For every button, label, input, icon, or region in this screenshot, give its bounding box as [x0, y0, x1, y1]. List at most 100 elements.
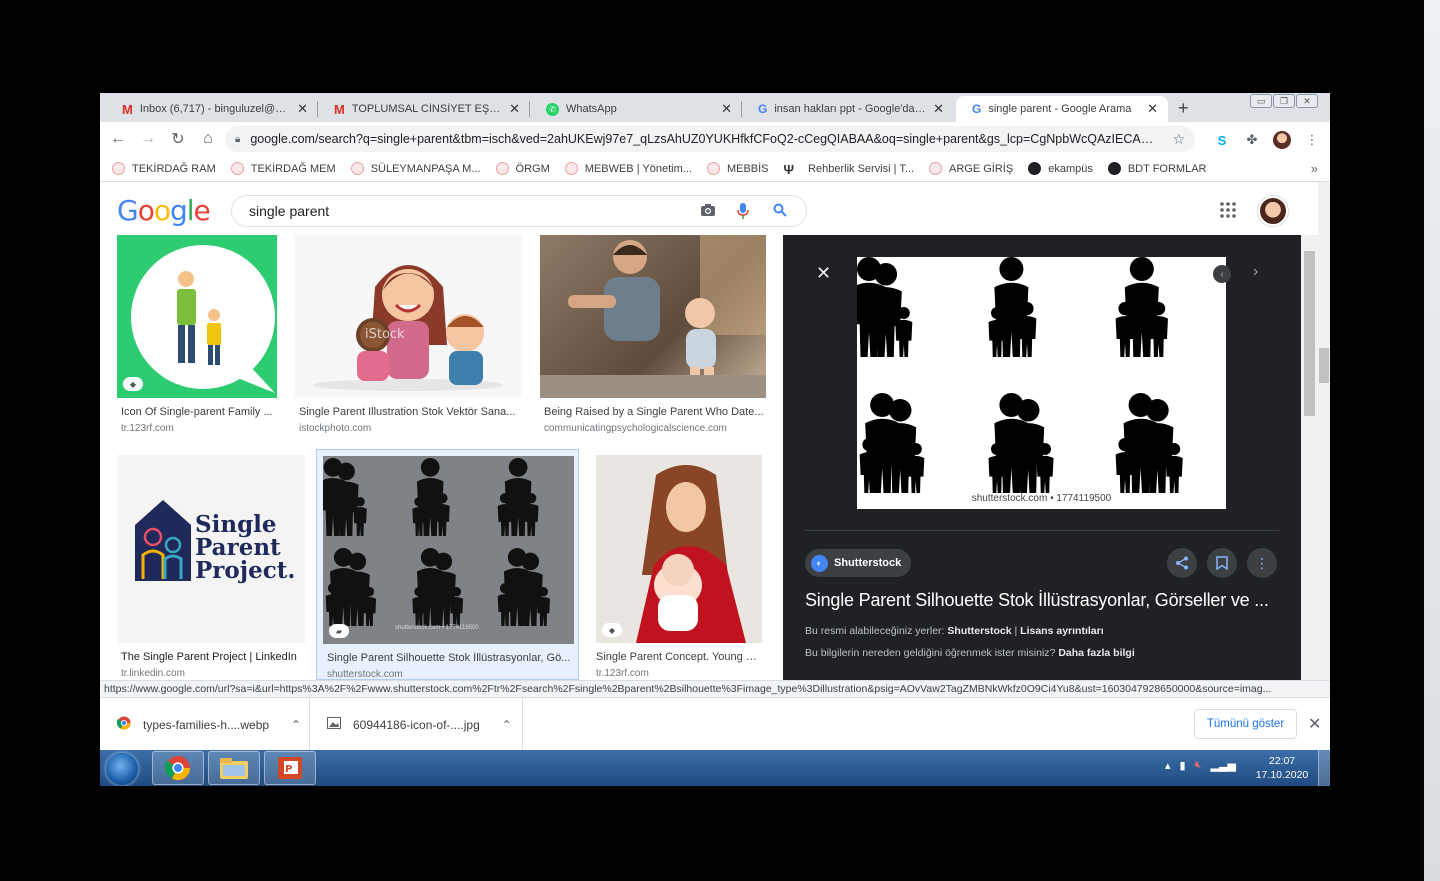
search-icon[interactable]: [773, 203, 787, 220]
globe-icon: [350, 162, 364, 175]
tab-single-parent[interactable]: G single parent - Google Arama ✕: [956, 96, 1168, 122]
bookmark-item[interactable]: Ψ Rehberlik Servisi | T...: [784, 162, 915, 177]
home-icon[interactable]: ⌂: [196, 130, 220, 148]
license-details-link[interactable]: Lisans ayrıntıları: [1020, 625, 1103, 637]
menu-kebab-icon[interactable]: ⋮: [1303, 131, 1321, 149]
bookmark-item[interactable]: TEKİRDAĞ MEM: [230, 162, 336, 175]
next-icon[interactable]: ›: [1253, 263, 1258, 281]
skype-icon[interactable]: S: [1213, 131, 1231, 149]
clock[interactable]: 22:07 17.10.2020: [1252, 754, 1312, 782]
minimize-button[interactable]: ▭: [1250, 94, 1272, 108]
bookmark-item[interactable]: MEBBİS: [706, 162, 769, 175]
google-header: Google single parent: [100, 182, 1318, 235]
address-bar[interactable]: 🔒︎ google.com/search?q=single+parent&tbm…: [225, 126, 1195, 152]
bookmark-item[interactable]: MEBWEB | Yönetim...: [564, 162, 692, 175]
show-all-button[interactable]: Tümünü göster: [1194, 709, 1297, 739]
gmail-icon: M: [334, 101, 345, 117]
start-button[interactable]: [106, 753, 138, 785]
close-icon[interactable]: ✕: [509, 101, 520, 117]
close-icon[interactable]: ✕: [297, 101, 308, 117]
shutterstock-link[interactable]: Shutterstock: [947, 625, 1011, 637]
battery-icon[interactable]: ▮: [1180, 759, 1186, 772]
chevron-up-icon[interactable]: ⌃: [291, 718, 301, 732]
close-icon[interactable]: ✕: [1147, 101, 1158, 117]
result-thumbnail[interactable]: iStock: [295, 235, 522, 398]
browser-window: M Inbox (6,717) - binguluzel@gmail.com ✕…: [100, 93, 1330, 786]
bookmark-item[interactable]: SÜLEYMANPAŞA M...: [350, 162, 481, 175]
preview-image[interactable]: shutterstock.com • 1774119500: [852, 257, 1226, 509]
tab-insan-haklari[interactable]: G insan hakları ppt - Google'da Ara ✕: [742, 96, 954, 122]
download-shelf: types-families-h....webp ⌃ 60944186-icon…: [100, 697, 1330, 751]
network-icon[interactable]: ▂▃▅: [1211, 759, 1236, 772]
more-options-icon[interactable]: ⋮: [1247, 548, 1277, 578]
download-item[interactable]: types-families-h....webp ⌃: [100, 698, 310, 751]
result-thumbnail[interactable]: Single Parent Project.: [117, 455, 305, 643]
bookmarks-bar: TEKİRDAĞ RAM TEKİRDAĞ MEM SÜLEYMANPAŞA M…: [100, 156, 1330, 182]
close-icon[interactable]: ✕: [816, 263, 831, 284]
close-icon[interactable]: ✕: [933, 101, 944, 117]
share-icon[interactable]: [1167, 548, 1197, 578]
close-icon[interactable]: ✕: [1308, 714, 1321, 734]
system-tray: ▴ ▮ 🔇︎ ▂▃▅: [1165, 759, 1236, 772]
camera-icon[interactable]: [700, 203, 716, 220]
download-item[interactable]: 60944186-icon-of-....jpg ⌃: [310, 698, 523, 751]
search-input[interactable]: single parent: [231, 195, 807, 227]
bookmark-item[interactable]: TEKİRDAĞ RAM: [112, 162, 216, 175]
taskbar-explorer[interactable]: [208, 751, 260, 785]
bookmark-item[interactable]: ARGE GİRİŞ: [929, 162, 1013, 175]
microphone-icon[interactable]: [737, 203, 749, 222]
tray-expand-icon[interactable]: ▴: [1165, 759, 1171, 772]
profile-avatar[interactable]: [1273, 131, 1291, 149]
volume-muted-icon[interactable]: 🔇︎: [1195, 759, 1202, 772]
result-card[interactable]: iStock Single Parent Illustration Stok V…: [295, 235, 522, 435]
show-desktop-button[interactable]: [1318, 750, 1330, 786]
bookmark-item[interactable]: BDT FORMLAR: [1107, 162, 1206, 175]
taskbar-chrome[interactable]: [152, 751, 204, 785]
result-thumbnail[interactable]: shutterstock.com • 1774119500 ▰: [323, 456, 574, 644]
family-silhouette: [988, 393, 1054, 493]
previous-icon[interactable]: ‹: [1213, 265, 1231, 283]
whatsapp-icon: ✆: [546, 102, 559, 116]
source-chip[interactable]: ◐ Shutterstock: [805, 549, 912, 577]
google-logo[interactable]: Google: [117, 194, 211, 227]
tab-gmail-inbox[interactable]: M Inbox (6,717) - binguluzel@gmail.com ✕: [106, 96, 318, 122]
ekampus-icon: [1028, 162, 1042, 175]
result-card[interactable]: ◆ Single Parent Concept. Young E... tr.1…: [592, 455, 762, 680]
result-thumbnail[interactable]: ◆: [117, 235, 277, 398]
result-card[interactable]: Single Parent Project. The Single Parent…: [117, 455, 305, 680]
globe-icon: [929, 162, 943, 175]
result-thumbnail[interactable]: [540, 235, 766, 398]
panel-scrollbar[interactable]: [1301, 235, 1318, 680]
result-card-selected[interactable]: shutterstock.com • 1774119500 ▰ Single P…: [316, 449, 579, 680]
result-thumbnail[interactable]: ◆: [596, 455, 762, 643]
window-close-button[interactable]: ✕: [1296, 94, 1318, 108]
reload-icon[interactable]: ↻: [166, 129, 190, 149]
account-avatar[interactable]: [1258, 196, 1288, 226]
maximize-button[interactable]: ❐: [1273, 94, 1295, 108]
result-card[interactable]: ◆ Icon Of Single-parent Family ... tr.12…: [117, 235, 277, 435]
save-bookmark-icon[interactable]: [1207, 548, 1237, 578]
image-preview-panel: ✕ shutterstock.com • 1774119500 ‹ › ◐ Sh…: [783, 235, 1318, 680]
learn-more-link[interactable]: Daha fazla bilgi: [1058, 647, 1134, 659]
preview-availability: Bu resmi alabileceğiniz yerler: Shutters…: [805, 625, 1104, 637]
puzzle-icon[interactable]: ✤: [1243, 131, 1261, 149]
bookmark-item[interactable]: ekampüs: [1028, 162, 1093, 175]
page-scrollbar[interactable]: [1318, 182, 1330, 694]
bookmark-star-icon[interactable]: ☆: [1172, 131, 1185, 148]
more-bookmarks-icon[interactable]: »: [1311, 161, 1318, 176]
chevron-up-icon[interactable]: ⌃: [502, 718, 512, 732]
taskbar-powerpoint[interactable]: P: [264, 751, 316, 785]
bookmark-item[interactable]: ÖRGM: [495, 162, 550, 175]
image-file-icon: [327, 717, 341, 732]
back-icon[interactable]: ←: [106, 130, 130, 148]
forward-icon[interactable]: →: [136, 130, 160, 148]
apps-grid-icon[interactable]: [1220, 202, 1236, 221]
family-silhouette: [497, 458, 539, 536]
result-card[interactable]: Being Raised by a Single Parent Who Date…: [540, 235, 766, 435]
tab-toplumsal[interactable]: M TOPLUMSAL CİNSİYET EŞİTLİĞİ ✕: [318, 96, 530, 122]
preview-title[interactable]: Single Parent Silhouette Stok İllüstrasy…: [805, 590, 1269, 611]
new-tab-button[interactable]: +: [1178, 98, 1189, 119]
tab-whatsapp[interactable]: ✆ WhatsApp ✕: [530, 96, 742, 122]
family-silhouette: [852, 257, 913, 357]
close-icon[interactable]: ✕: [721, 101, 732, 117]
